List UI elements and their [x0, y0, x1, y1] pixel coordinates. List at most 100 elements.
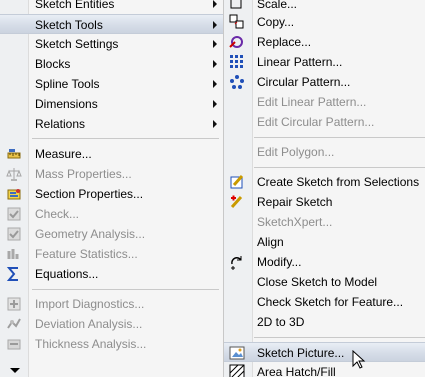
menu-item-label: Sketch Entities — [35, 0, 115, 11]
menu-item-edit-linear-pattern[interactable]: Edit Linear Pattern... — [224, 92, 425, 112]
menu-item-label: Feature Statistics... — [35, 247, 138, 261]
menu-item-replace[interactable]: Replace... — [224, 32, 425, 52]
scale-icon — [229, 0, 245, 12]
menu-item-label: Replace... — [257, 35, 312, 49]
menu-item-edit-circular-pattern[interactable]: Edit Circular Pattern... — [224, 112, 425, 132]
menu-item-label: Check Sketch for Feature... — [257, 295, 404, 309]
menu-item-label: Edit Circular Pattern... — [257, 115, 375, 129]
submenu-arrow-icon — [213, 40, 217, 48]
menu-item-check[interactable]: Check... — [0, 204, 223, 224]
menu-item-measure[interactable]: Measure... — [0, 144, 223, 164]
menu-item-area-hatch-fill[interactable]: Area Hatch/Fill — [224, 362, 425, 377]
menu-item-label: Import Diagnostics... — [35, 297, 145, 311]
linear-pattern-icon — [229, 54, 245, 70]
modify-icon — [229, 254, 245, 270]
menu-item-label: Align — [257, 235, 284, 249]
menu-item-spline-tools[interactable]: Spline Tools — [0, 74, 223, 94]
section-properties-icon — [6, 186, 22, 202]
menu-item-label: Spline Tools — [35, 77, 100, 91]
replace-icon — [229, 34, 245, 50]
menu-item-linear-pattern[interactable]: Linear Pattern... — [224, 52, 425, 72]
submenu-arrow-icon — [213, 0, 217, 8]
menu-item-label: Mass Properties... — [35, 167, 132, 181]
menu-item-sketch-entities[interactable]: Sketch Entities — [0, 0, 223, 14]
menu-separator — [32, 138, 219, 139]
menu-item-label: 2D to 3D — [257, 315, 305, 329]
thickness-analysis-icon — [6, 336, 22, 352]
scroll-down-icon[interactable] — [10, 368, 20, 373]
circular-pattern-icon — [229, 74, 245, 90]
submenu-arrow-icon — [213, 60, 217, 68]
sigma-icon — [6, 266, 22, 282]
menu-item-label: Repair Sketch — [257, 195, 333, 209]
menu-item-copy[interactable]: Copy... — [224, 12, 425, 32]
mass-properties-icon — [6, 166, 22, 182]
menu-item-label: Area Hatch/Fill — [257, 365, 336, 377]
menu-item-deviation-analysis[interactable]: Deviation Analysis... — [0, 314, 223, 334]
menu-item-close-sketch-to-model[interactable]: Close Sketch to Model — [224, 272, 425, 292]
menu-item-check-sketch-for-feature[interactable]: Check Sketch for Feature... — [224, 292, 425, 312]
tools-menu: Sketch Entities Sketch Tools Sketch Sett… — [0, 0, 224, 377]
menu-item-label: Edit Polygon... — [257, 145, 335, 159]
menu-item-feature-statistics[interactable]: Feature Statistics... — [0, 244, 223, 264]
menu-item-modify[interactable]: Modify... — [224, 252, 425, 272]
menu-item-label: Linear Pattern... — [257, 55, 343, 69]
mouse-cursor-icon — [352, 350, 366, 369]
menu-separator — [254, 137, 425, 138]
measure-icon — [6, 146, 22, 162]
menu-item-mass-properties[interactable]: Mass Properties... — [0, 164, 223, 184]
menu-item-label: Close Sketch to Model — [257, 275, 378, 289]
menu-separator — [254, 337, 425, 338]
menu-separator — [32, 289, 219, 290]
menu-item-import-diagnostics[interactable]: Import Diagnostics... — [0, 294, 223, 314]
menu-separator — [254, 167, 425, 168]
menu-item-relations[interactable]: Relations — [0, 114, 223, 134]
menu-item-edit-polygon[interactable]: Edit Polygon... — [224, 142, 425, 162]
menu-item-geometry-analysis[interactable]: Geometry Analysis... — [0, 224, 223, 244]
menu-item-label: Modify... — [257, 255, 302, 269]
menu-item-label: SketchXpert... — [257, 215, 333, 229]
menu-item-align[interactable]: Align — [224, 232, 425, 252]
menu-item-label: Check... — [35, 207, 80, 221]
menu-item-label: Deviation Analysis... — [35, 317, 143, 331]
geometry-analysis-icon — [6, 226, 22, 242]
submenu-arrow-icon — [213, 100, 217, 108]
menu-item-label: Measure... — [35, 147, 92, 161]
menu-item-blocks[interactable]: Blocks — [0, 54, 223, 74]
area-hatch-icon — [229, 364, 245, 377]
menu-item-sketch-picture[interactable]: Sketch Picture... — [224, 342, 425, 362]
feature-statistics-icon — [6, 246, 22, 262]
sketch-picture-icon — [229, 345, 245, 361]
sketch-tools-submenu: Scale... Copy... Replace... Linear Patte… — [224, 0, 425, 377]
check-icon — [6, 206, 22, 222]
menu-item-sketchxpert[interactable]: SketchXpert... — [224, 212, 425, 232]
menu-item-sketch-tools[interactable]: Sketch Tools — [0, 14, 223, 34]
import-diagnostics-icon — [6, 296, 22, 312]
menu-item-section-properties[interactable]: Section Properties... — [0, 184, 223, 204]
menu-item-circular-pattern[interactable]: Circular Pattern... — [224, 72, 425, 92]
menu-item-label: Dimensions — [35, 97, 98, 111]
menu-item-create-sketch-from-selections[interactable]: Create Sketch from Selections — [224, 172, 425, 192]
menu-item-thickness-analysis[interactable]: Thickness Analysis... — [0, 334, 223, 354]
menu-item-label: Thickness Analysis... — [35, 337, 147, 351]
menu-item-label: Blocks — [35, 57, 71, 71]
create-sketch-icon — [229, 174, 245, 190]
copy-icon — [229, 14, 245, 30]
deviation-analysis-icon — [6, 316, 22, 332]
menu-item-2d-to-3d[interactable]: 2D to 3D — [224, 312, 425, 332]
submenu-arrow-icon — [213, 21, 217, 29]
menu-item-label: Sketch Settings — [35, 37, 119, 51]
menu-item-label: Relations — [35, 117, 86, 131]
menu-item-label: Sketch Picture... — [257, 346, 345, 360]
menu-item-label: Geometry Analysis... — [35, 227, 146, 241]
menu-item-repair-sketch[interactable]: Repair Sketch — [224, 192, 425, 212]
menu-item-label: Create Sketch from Selections — [257, 175, 420, 189]
menu-item-dimensions[interactable]: Dimensions — [0, 94, 223, 114]
menu-item-label: Copy... — [257, 15, 295, 29]
menu-item-label: Edit Linear Pattern... — [257, 95, 367, 109]
menu-item-equations[interactable]: Equations... — [0, 264, 223, 284]
submenu-arrow-icon — [213, 120, 217, 128]
menu-item-sketch-settings[interactable]: Sketch Settings — [0, 34, 223, 54]
repair-sketch-icon — [229, 194, 245, 210]
menu-item-label: Section Properties... — [35, 187, 144, 201]
